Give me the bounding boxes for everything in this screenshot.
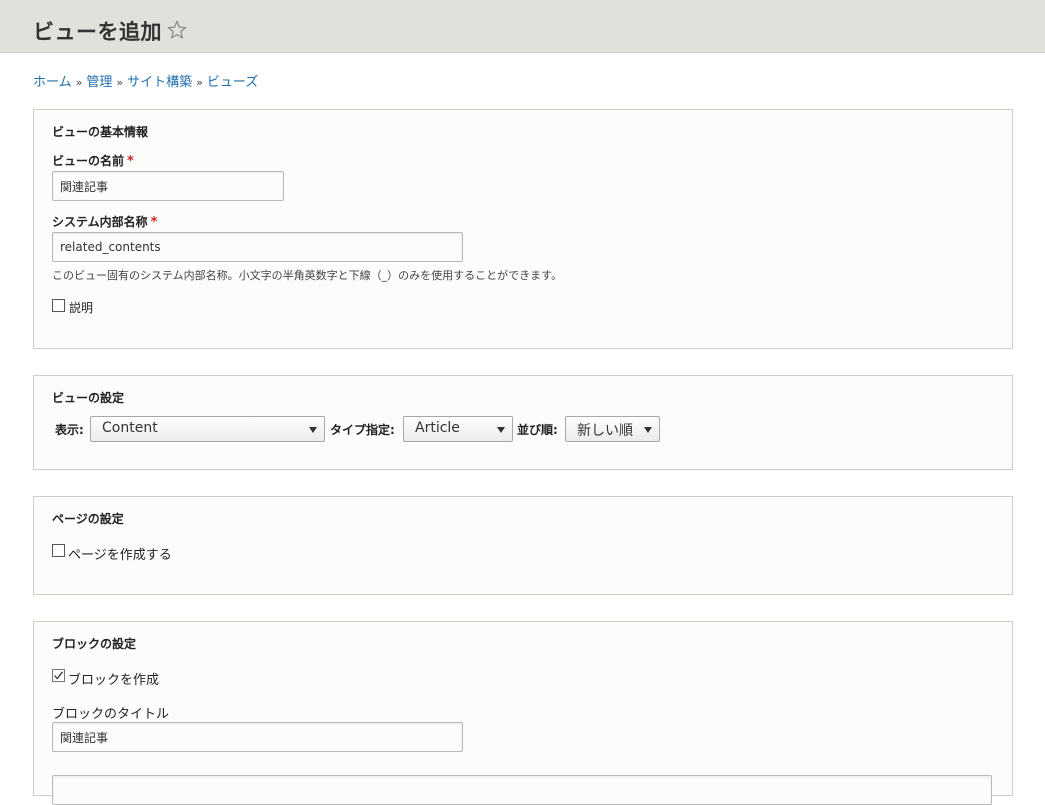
chevron-down-icon	[497, 427, 505, 433]
basic-info-fieldset: ビューの基本情報 ビューの名前* システム内部名称* このビュー固有のシステム内…	[33, 109, 1013, 349]
chevron-down-icon	[309, 427, 317, 433]
show-select-value: Content	[102, 420, 158, 436]
machine-name-description: このビュー固有のシステム内部名称。小文字の半角英数字と下線（_）のみを使用するこ…	[52, 269, 563, 282]
block-settings-legend: ブロックの設定	[52, 637, 137, 651]
star-outline-icon[interactable]	[166, 19, 188, 41]
create-block-checkbox[interactable]	[52, 669, 65, 682]
create-page-checkbox[interactable]	[52, 544, 65, 557]
block-title-input[interactable]	[52, 722, 463, 752]
chevron-down-icon	[644, 427, 652, 433]
next-field-input[interactable]	[52, 775, 992, 805]
type-label: タイプ指定:	[330, 423, 395, 437]
machine-name-label-text: システム内部名称	[52, 215, 148, 229]
breadcrumb-separator: »	[196, 76, 203, 89]
machine-name-input[interactable]	[52, 232, 463, 262]
machine-name-label: システム内部名称 *	[52, 213, 157, 230]
sort-select-value: 新しい順	[577, 423, 633, 439]
required-marker: *	[150, 215, 158, 230]
breadcrumb-admin[interactable]: 管理	[86, 75, 112, 90]
breadcrumb: ホーム» 管理» サイト構築» ビューズ	[33, 71, 258, 90]
view-name-label-text: ビューの名前	[52, 154, 125, 168]
show-label: 表示:	[55, 423, 84, 437]
required-marker: *	[127, 154, 134, 169]
breadcrumb-views[interactable]: ビューズ	[207, 75, 258, 90]
type-select[interactable]: Article	[403, 416, 513, 442]
breadcrumb-structure[interactable]: サイト構築	[127, 75, 192, 90]
block-settings-fieldset: ブロックの設定 ブロックを作成 ブロックのタイトル	[33, 621, 1013, 805]
page-title: ビューを追加	[33, 20, 162, 44]
view-settings-legend: ビューの設定	[52, 391, 125, 405]
breadcrumb-separator: »	[75, 76, 83, 89]
description-checkbox[interactable]	[52, 299, 65, 312]
create-page-checkbox-label: ページを作成する	[68, 548, 172, 563]
basic-info-legend: ビューの基本情報	[52, 125, 149, 139]
breadcrumb-home[interactable]: ホーム	[33, 75, 72, 90]
block-title-label: ブロックのタイトル	[52, 707, 170, 722]
description-checkbox-label: 説明	[69, 301, 94, 315]
view-settings-fieldset: ビューの設定 表示: Content タイプ指定: Article 並び順: 新…	[33, 375, 1013, 470]
breadcrumb-separator: »	[116, 76, 124, 89]
type-select-value: Article	[415, 420, 460, 436]
sort-select[interactable]: 新しい順	[565, 416, 660, 442]
page-settings-fieldset: ページの設定 ページを作成する	[33, 496, 1013, 595]
checkmark-icon	[54, 671, 64, 680]
sort-label: 並び順:	[517, 423, 558, 437]
show-select[interactable]: Content	[90, 416, 325, 442]
create-block-checkbox-label: ブロックを作成	[68, 673, 160, 688]
page-settings-legend: ページの設定	[52, 512, 124, 526]
view-name-input[interactable]	[52, 171, 284, 201]
page-header: ビューを追加	[0, 0, 1045, 53]
view-name-label: ビューの名前 *	[52, 152, 134, 169]
